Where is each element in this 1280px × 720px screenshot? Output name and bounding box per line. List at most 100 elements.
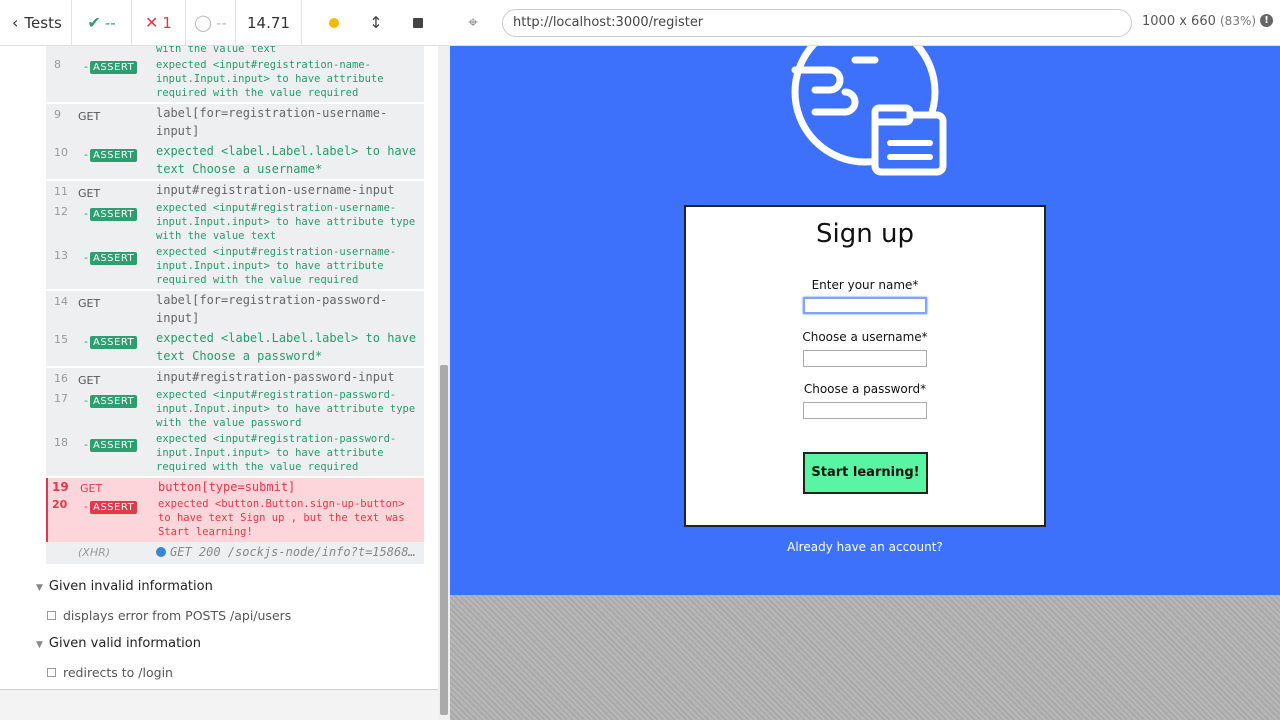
- test-item[interactable]: redirects to /login: [47, 665, 173, 680]
- command-name: GET: [78, 297, 101, 310]
- run-controls: ↕: [302, 0, 450, 46]
- command-message: expected <input#registration-name-input.…: [156, 59, 384, 99]
- xhr-status-dot-icon: [156, 547, 166, 557]
- username-input[interactable]: [803, 350, 927, 367]
- command-message: expected <input#registration-username-in…: [156, 202, 416, 242]
- suite-title[interactable]: ▼ Given valid information: [36, 636, 201, 651]
- command-number: 13: [54, 249, 68, 262]
- command-message: expected <input#registration-password-in…: [156, 389, 416, 429]
- viewport-dimensions: 1000 x 660: [1142, 14, 1216, 29]
- caret-down-icon: ▼: [36, 640, 43, 650]
- suite-title-text: Given invalid information: [48, 579, 213, 594]
- checkbox-icon: [47, 611, 56, 620]
- reporter-footer: [0, 689, 438, 720]
- command-number: 16: [54, 372, 68, 385]
- viewport-background: [450, 595, 1280, 720]
- command-group: 14 GET label[for=registration-password-i…: [46, 291, 424, 366]
- url-bar[interactable]: http://localhost:3000/register: [502, 9, 1132, 37]
- command-message: label[for=registration-password-input]: [156, 293, 388, 325]
- caret-down-icon: ▼: [36, 583, 43, 593]
- start-learning-button[interactable]: Start learning!: [803, 452, 928, 494]
- command-name: - ASSERT: [84, 251, 138, 265]
- test-title: displays error from POSTS /api/users: [63, 608, 292, 623]
- stop-icon[interactable]: [412, 17, 423, 28]
- command-number: 14: [54, 295, 68, 308]
- checkbox-icon: [47, 668, 56, 677]
- command-name: - ASSERT: [84, 394, 138, 408]
- command-message: expected <label.Label.label> to have tex…: [156, 331, 417, 363]
- globe-logo-icon: [791, 46, 947, 176]
- command-number: 18: [54, 436, 68, 449]
- password-label: Choose a password*: [803, 382, 927, 396]
- command-group: 9 GET label[for=registration-username-in…: [46, 104, 424, 179]
- failed-value: 1: [162, 13, 172, 32]
- running-indicator-icon: [329, 17, 340, 28]
- scrollbar-thumb[interactable]: [440, 365, 448, 715]
- passed-count: ✔ --: [72, 0, 132, 46]
- command-number: 12: [54, 205, 68, 218]
- command-name: - ASSERT: [84, 500, 138, 514]
- auto-scroll-icon[interactable]: ↕: [369, 13, 382, 32]
- command-number: 20: [52, 498, 68, 511]
- command-message: button[type=submit]: [158, 480, 296, 494]
- suite-title[interactable]: ▼ Given invalid information: [36, 579, 213, 594]
- test-title: redirects to /login: [63, 665, 173, 680]
- command-log-panel: ‹ Tests ✔ -- ✕ 1 ◯ -- 14.71 ↕ with the v…: [0, 0, 450, 720]
- command-group: 16 GET input#registration-password-input…: [46, 368, 424, 476]
- command-name: GET: [80, 482, 103, 495]
- command-number: 15: [54, 333, 68, 346]
- aut-header: ⌖ http://localhost:3000/register 1000 x …: [450, 0, 1280, 46]
- command-number: 11: [54, 185, 68, 198]
- command-name: GET: [78, 187, 101, 200]
- command-name: - ASSERT: [84, 148, 138, 162]
- command-message: expected <input#registration-username-in…: [156, 246, 397, 286]
- tests-button[interactable]: ‹ Tests: [0, 0, 72, 46]
- command-number: 8: [54, 58, 61, 71]
- reporter-header: ‹ Tests ✔ -- ✕ 1 ◯ -- 14.71 ↕: [0, 0, 450, 46]
- pending-value: --: [216, 13, 227, 32]
- cross-icon: ✕: [145, 13, 159, 32]
- command-message: expected <button.Button.sign-up-button> …: [158, 498, 405, 538]
- command-number: 10: [54, 146, 68, 159]
- command-group: 11 GET input#registration-username-input…: [46, 181, 424, 289]
- command-name: - ASSERT: [84, 438, 138, 452]
- failed-command-group[interactable]: 19 GET button[type=submit] 20 - ASSERT ex…: [46, 478, 424, 542]
- command-group: with the value text 8 - ASSERT expected <…: [46, 46, 424, 102]
- command-message: expected <input#registration-password-in…: [156, 433, 397, 473]
- failed-count: ✕ 1: [132, 0, 186, 46]
- command-name: - ASSERT: [84, 335, 138, 349]
- xhr-label: (XHR): [78, 546, 111, 559]
- check-icon: ✔: [87, 13, 101, 32]
- duration: 14.71: [236, 0, 302, 46]
- username-label: Choose a username*: [802, 330, 928, 344]
- command-name: - ASSERT: [84, 207, 138, 221]
- xhr-message: GET 200 /sockjs-node/info?t=15868…: [170, 545, 416, 559]
- name-input[interactable]: [803, 297, 927, 314]
- command-name: GET: [78, 374, 101, 387]
- tests-label: Tests: [24, 13, 62, 32]
- suite-title-text: Given valid information: [48, 636, 201, 651]
- selector-playground-icon[interactable]: ⌖: [450, 13, 496, 33]
- command-message: expected <label.Label.label> to have tex…: [156, 144, 417, 176]
- signup-form: Sign up Enter your name* Choose a userna…: [684, 205, 1046, 527]
- app-preview: Sign up Enter your name* Choose a userna…: [450, 46, 1280, 595]
- password-input[interactable]: [803, 402, 927, 419]
- command-message: label[for=registration-username-input]: [156, 106, 388, 138]
- login-link[interactable]: Already have an account?: [450, 540, 1280, 554]
- chevron-left-icon: ‹: [12, 13, 19, 32]
- command-number: 19: [52, 480, 69, 494]
- passed-value: --: [104, 13, 116, 32]
- name-label: Enter your name*: [811, 278, 919, 292]
- xhr-row[interactable]: (XHR) GET 200 /sockjs-node/info?t=15868…: [46, 542, 424, 564]
- command-log: with the value text 8 - ASSERT expected <…: [0, 46, 438, 689]
- command-number: 9: [54, 108, 61, 121]
- test-item[interactable]: displays error from POSTS /api/users: [47, 608, 291, 623]
- info-icon[interactable]: !: [1260, 14, 1273, 27]
- viewport-size: 1000 x 660 (83%): [1142, 14, 1256, 29]
- command-message: input#registration-password-input: [156, 370, 395, 384]
- zoom-level: (83%): [1220, 14, 1257, 28]
- command-name: GET: [78, 110, 101, 123]
- circle-notch-icon: ◯: [194, 13, 213, 32]
- command-number: 17: [54, 392, 68, 405]
- command-message: with the value text: [156, 46, 277, 55]
